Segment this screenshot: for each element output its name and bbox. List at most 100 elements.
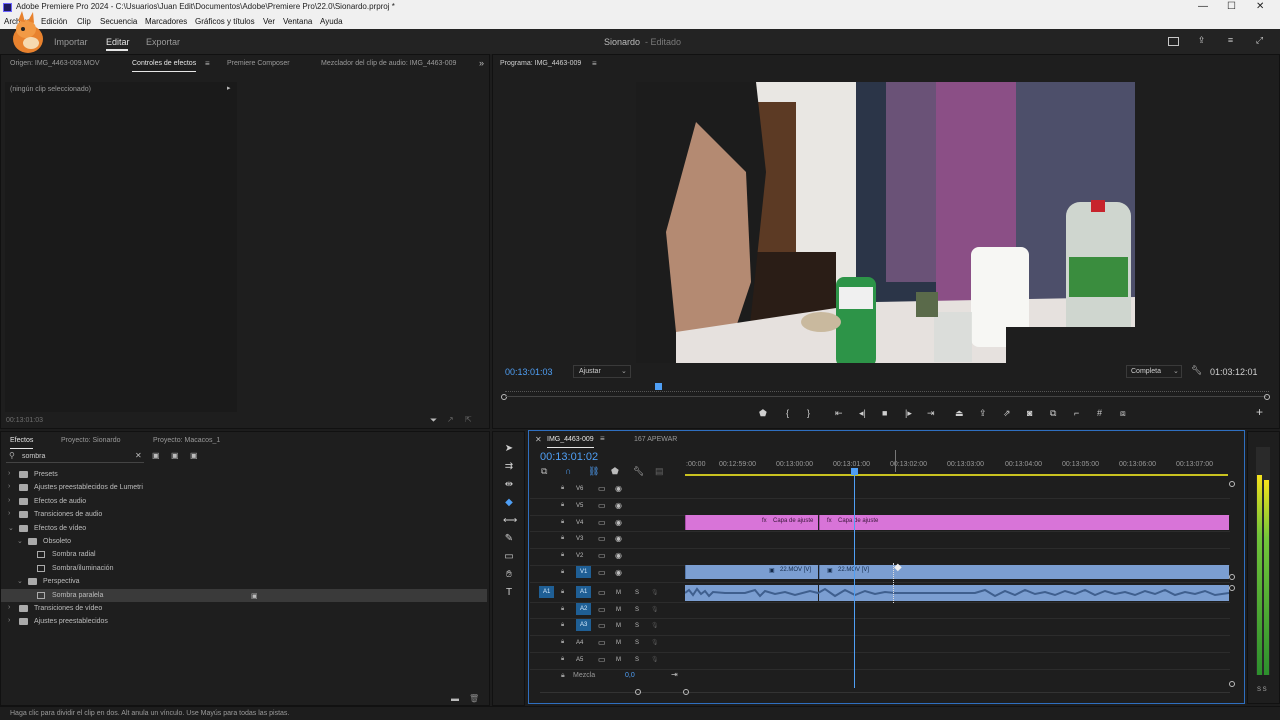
go-to-out-icon[interactable]: ⇥ xyxy=(927,408,935,419)
workspace-icon[interactable] xyxy=(1168,37,1179,46)
effects-tree-item[interactable]: › Presets xyxy=(1,468,487,481)
rectangle-tool-icon[interactable]: ▭ xyxy=(503,551,515,563)
adjustment-layer-clip[interactable] xyxy=(819,515,1229,530)
sync-lock-icon[interactable]: ▭ xyxy=(598,534,606,543)
lock-icon[interactable]: 🔒︎ xyxy=(561,535,564,542)
chevron-down-icon[interactable]: ⌄ xyxy=(17,577,23,585)
lock-icon[interactable]: 🔒︎ xyxy=(561,552,564,559)
eye-icon[interactable]: ◉ xyxy=(615,518,622,527)
program-timecode[interactable]: 00:13:01:03 xyxy=(505,367,553,377)
effects-tree-item[interactable]: ⌄ Efectos de vídeo xyxy=(1,522,487,535)
eye-icon[interactable]: ◉ xyxy=(615,568,622,577)
sync-lock-icon[interactable]: ▭ xyxy=(598,484,606,493)
solo-button[interactable]: S xyxy=(635,607,639,613)
lock-icon[interactable]: 🔒︎ xyxy=(561,519,564,526)
solo-button[interactable]: S xyxy=(635,623,639,629)
tab-effects[interactable]: Efectos xyxy=(10,437,34,449)
menu-ayuda[interactable]: Ayuda xyxy=(320,17,343,26)
linked-selection-icon[interactable]: ⛓︎ xyxy=(588,466,599,477)
quality-dropdown[interactable]: Completa ⌄ xyxy=(1126,365,1182,378)
h-scrollbar[interactable] xyxy=(540,692,1230,693)
export-icon[interactable]: ⇗ xyxy=(1003,408,1011,419)
lock-icon[interactable]: 🔒︎ xyxy=(561,589,564,596)
expand-arrow-icon[interactable]: ▸ xyxy=(227,84,231,92)
32bit-effects-icon[interactable]: ▣ xyxy=(171,451,179,460)
mute-button[interactable]: M xyxy=(616,607,621,613)
track-label-video[interactable]: V5 xyxy=(576,503,583,509)
close-sequence-icon[interactable]: ✕ xyxy=(535,435,542,444)
chevron-right-icon[interactable]: › xyxy=(8,483,10,490)
eye-icon[interactable]: ◉ xyxy=(615,551,622,560)
sync-lock-icon[interactable]: ▭ xyxy=(598,621,606,630)
sync-lock-icon[interactable]: ▭ xyxy=(598,568,606,577)
fullscreen-icon[interactable]: ⤢ xyxy=(1255,36,1264,45)
menu-graficos[interactable]: Gráficos y títulos xyxy=(195,17,255,26)
a-scroll-handle[interactable] xyxy=(1229,681,1235,687)
add-button-icon[interactable]: + xyxy=(1256,405,1263,419)
stop-icon[interactable]: ■ xyxy=(882,408,887,418)
mic-icon[interactable]: 🎙︎ xyxy=(651,589,659,596)
chevron-down-icon[interactable]: ⌄ xyxy=(8,524,14,532)
tab-project-macacos[interactable]: Proyecto: Macacos_1 xyxy=(153,437,220,444)
solo-button[interactable]: S xyxy=(635,640,639,646)
settings-wrench-icon[interactable]: 🔧︎ xyxy=(633,466,644,477)
new-bin-icon[interactable]: ▬ xyxy=(451,694,459,703)
menu-secuencia[interactable]: Secuencia xyxy=(100,17,137,26)
solo-button[interactable]: S xyxy=(635,657,639,663)
effects-tree-item[interactable]: ⌄ Perspectiva xyxy=(1,575,487,588)
lock-icon[interactable]: 🔒︎ xyxy=(561,502,564,509)
lock-icon[interactable]: 🔒︎ xyxy=(561,672,565,680)
zoom-scrollbar[interactable] xyxy=(505,396,1267,397)
menu-clip[interactable]: Clip xyxy=(77,17,91,26)
effects-tree-item[interactable]: Sombra paralela ▣ xyxy=(1,588,487,602)
menu-ventana[interactable]: Ventana xyxy=(283,17,312,26)
chevron-right-icon[interactable]: › xyxy=(8,510,10,517)
eye-icon[interactable]: ◉ xyxy=(615,501,622,510)
panel-menu-icon[interactable]: ≡ xyxy=(205,59,210,68)
more-tabs-icon[interactable]: » xyxy=(479,58,484,68)
eye-icon[interactable]: ◉ xyxy=(615,534,622,543)
ripple-edit-tool-icon[interactable]: ⇹ xyxy=(503,479,515,491)
export-frame-icon[interactable]: ↗ xyxy=(447,415,454,424)
mic-icon[interactable]: 🎙︎ xyxy=(651,622,659,629)
effects-tree-item[interactable]: › Transiciones de vídeo xyxy=(1,602,487,615)
track-label-audio[interactable]: A3 xyxy=(576,619,592,632)
chevron-right-icon[interactable]: › xyxy=(8,470,10,477)
track-label-video[interactable]: V6 xyxy=(576,486,583,492)
source-patch-a1[interactable]: A1 xyxy=(539,585,555,598)
mic-icon[interactable]: 🎙︎ xyxy=(651,639,659,646)
compare-icon[interactable]: ⧉ xyxy=(1050,408,1056,419)
program-menu-icon[interactable]: ≡ xyxy=(592,59,597,68)
a-scroll-handle[interactable] xyxy=(1229,585,1235,591)
lock-icon[interactable]: 🔒︎ xyxy=(561,622,564,629)
sequence-menu-icon[interactable]: ≡ xyxy=(600,434,605,443)
lock-icon[interactable]: 🔒︎ xyxy=(561,569,564,576)
mute-button[interactable]: M xyxy=(616,590,621,596)
effects-tree-item[interactable]: ⌄ Obsoleto xyxy=(1,535,487,548)
camera-icon[interactable]: ◙ xyxy=(1027,408,1032,418)
chevron-right-icon[interactable]: › xyxy=(8,604,10,611)
track-label-audio[interactable]: A2 xyxy=(576,602,592,615)
menu-marcadores[interactable]: Marcadores xyxy=(145,17,187,26)
trim-icon[interactable]: ⌐ xyxy=(1074,408,1079,418)
type-tool-icon[interactable]: T xyxy=(503,587,515,599)
track-label-audio[interactable]: A4 xyxy=(576,640,583,646)
tab-project-sionardo[interactable]: Proyecto: Sionardo xyxy=(61,437,121,444)
mix-value[interactable]: 0,0 xyxy=(625,672,635,679)
delete-icon[interactable]: 🗑︎ xyxy=(469,694,479,703)
edit-nav[interactable]: Editar xyxy=(106,37,130,47)
search-box[interactable]: ⚲ ✕ xyxy=(6,451,144,463)
remove-icon[interactable]: ⇱ xyxy=(465,415,472,424)
razor-tool-icon[interactable]: ◆ xyxy=(503,497,515,509)
sync-lock-icon[interactable]: ▭ xyxy=(598,605,606,614)
fit-dropdown[interactable]: Ajustar ⌄ xyxy=(573,365,631,378)
h-zoom-left[interactable] xyxy=(635,689,641,695)
v-scroll-handle[interactable] xyxy=(1229,574,1235,580)
eye-icon[interactable]: ◉ xyxy=(615,484,622,493)
go-to-end-icon[interactable]: ⇥ xyxy=(671,670,678,679)
pen-tool-icon[interactable]: ✎ xyxy=(503,533,515,545)
sync-lock-icon[interactable]: ▭ xyxy=(598,501,606,510)
track-label-audio[interactable]: A1 xyxy=(576,585,592,598)
program-ruler[interactable] xyxy=(505,386,1269,392)
effects-tree-item[interactable]: › Ajustes preestablecidos xyxy=(1,615,487,628)
